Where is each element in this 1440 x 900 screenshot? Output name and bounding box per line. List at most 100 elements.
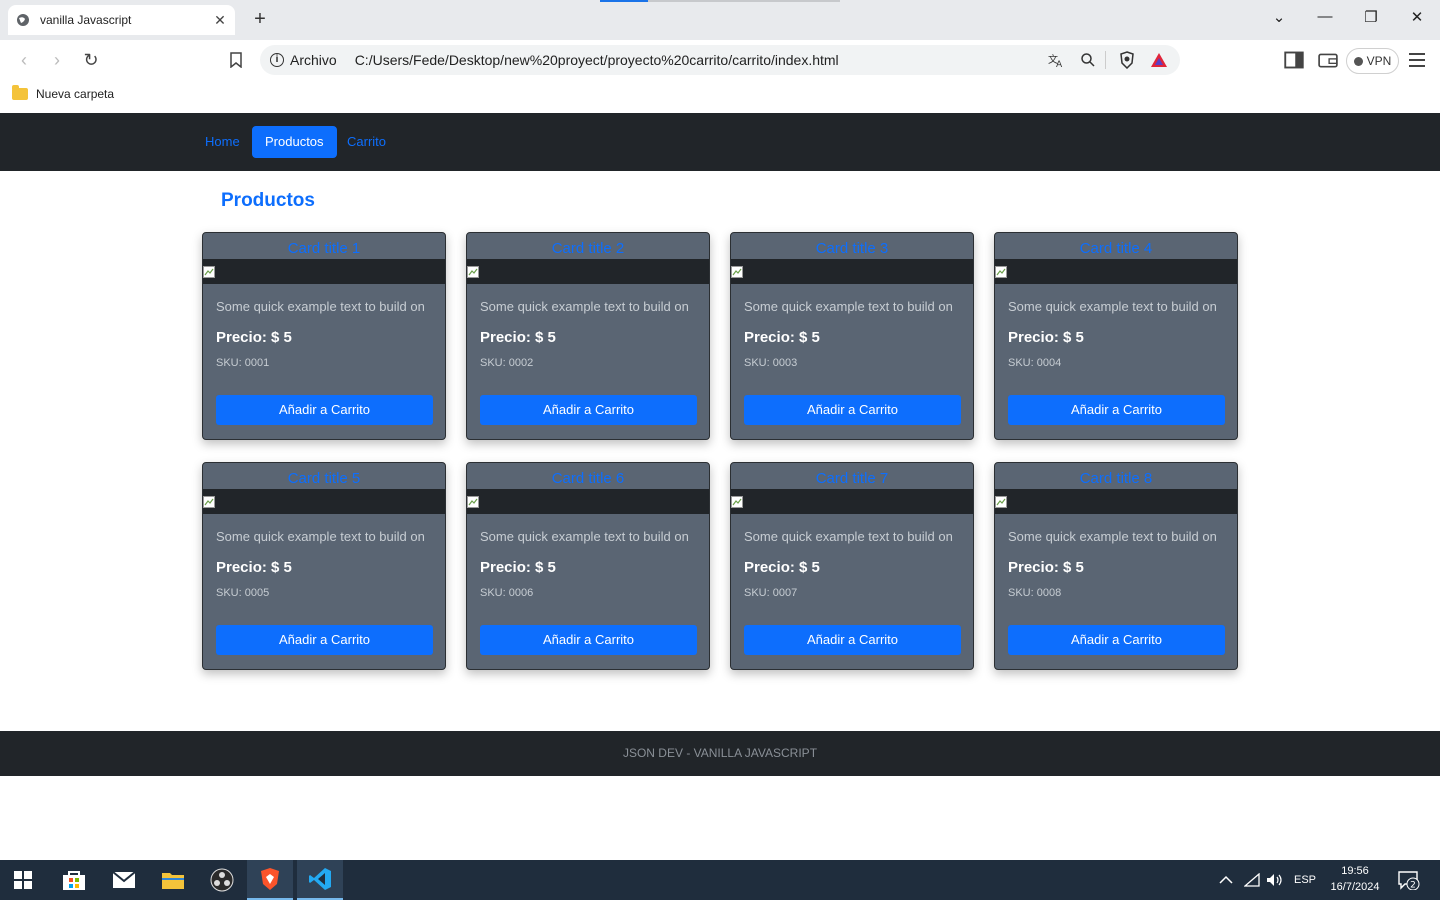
nav-productos[interactable]: Productos (252, 126, 337, 158)
card-price: Precio: $ 5 (216, 559, 292, 576)
card-title: Card title 8 (1079, 470, 1153, 487)
info-icon[interactable]: i (270, 53, 284, 67)
add-to-cart-button[interactable]: Añadir a Carrito (480, 395, 697, 425)
file-explorer-icon[interactable] (150, 860, 196, 900)
broken-image-icon (995, 266, 1007, 278)
bookmarks-bar: Nueva carpeta (0, 80, 1440, 113)
browser-toolbar: ‹ › ↻ i Archivo C:/Users/Fede/Desktop/ne… (0, 40, 1440, 80)
add-to-cart-button[interactable]: Añadir a Carrito (1008, 395, 1225, 425)
address-bar[interactable]: i Archivo C:/Users/Fede/Desktop/new%20pr… (260, 45, 1180, 75)
network-icon[interactable] (1244, 860, 1260, 900)
tray-overflow-icon[interactable] (1219, 860, 1233, 900)
card-text: Some quick example text to build on (480, 529, 689, 544)
page-title: Productos (221, 190, 315, 211)
nav-home[interactable]: Home (192, 126, 253, 158)
card-price: Precio: $ 5 (1008, 559, 1084, 576)
card-sku: SKU: 0003 (744, 357, 798, 369)
brave-rewards-icon[interactable] (1148, 49, 1170, 71)
svg-text:A: A (1056, 60, 1063, 68)
bookmark-folder[interactable]: Nueva carpeta (12, 85, 115, 101)
add-to-cart-button[interactable]: Añadir a Carrito (744, 625, 961, 655)
minimize-button[interactable]: — (1313, 8, 1337, 25)
add-to-cart-button[interactable]: Añadir a Carrito (480, 625, 697, 655)
card-title: Card title 2 (551, 240, 625, 257)
card-sku: SKU: 0002 (480, 357, 534, 369)
zoom-icon[interactable] (1077, 49, 1099, 71)
loading-indicator (600, 0, 840, 2)
tab-title: vanilla Javascript (40, 13, 132, 27)
card-text: Some quick example text to build on (744, 299, 953, 314)
card-sku: SKU: 0007 (744, 587, 798, 599)
store-icon[interactable] (51, 860, 97, 900)
card-sku: SKU: 0001 (216, 357, 270, 369)
product-card: Card title 4 Some quick example text to b… (994, 232, 1238, 440)
site-navbar: Home Productos Carrito (0, 113, 1440, 171)
card-text: Some quick example text to build on (216, 529, 425, 544)
browser-tab[interactable]: vanilla Javascript ✕ (8, 5, 235, 35)
card-image (731, 489, 973, 514)
card-image (995, 259, 1237, 284)
nav-carrito[interactable]: Carrito (334, 126, 399, 158)
menu-icon[interactable] (1409, 53, 1425, 71)
card-text: Some quick example text to build on (1008, 299, 1217, 314)
bookmark-folder-label: Nueva carpeta (36, 87, 115, 101)
notifications-icon[interactable]: 2 (1397, 860, 1421, 900)
product-card: Card title 8 Some quick example text to b… (994, 462, 1238, 670)
restore-button[interactable]: ❐ (1359, 8, 1383, 26)
tab-search-icon[interactable]: ⌄ (1267, 8, 1291, 26)
brave-browser-icon[interactable] (247, 860, 293, 900)
brave-shields-icon[interactable] (1116, 49, 1138, 71)
language-indicator[interactable]: ESP (1294, 860, 1316, 900)
obs-icon[interactable] (199, 860, 245, 900)
folder-icon (12, 85, 28, 100)
address-url[interactable]: C:/Users/Fede/Desktop/new%20proyect/proy… (355, 52, 1035, 68)
wallet-icon[interactable] (1318, 51, 1338, 69)
close-window-button[interactable]: ✕ (1405, 8, 1429, 26)
card-text: Some quick example text to build on (744, 529, 953, 544)
translate-icon[interactable]: 文A (1045, 49, 1067, 71)
product-card: Card title 2 Some quick example text to b… (466, 232, 710, 440)
card-title: Card title 6 (551, 470, 625, 487)
add-to-cart-button[interactable]: Añadir a Carrito (216, 395, 433, 425)
card-title: Card title 1 (287, 240, 361, 257)
back-button[interactable]: ‹ (12, 49, 36, 71)
card-price: Precio: $ 5 (744, 329, 820, 346)
windows-start-icon[interactable] (0, 860, 46, 900)
card-image (995, 489, 1237, 514)
card-price: Precio: $ 5 (744, 559, 820, 576)
vscode-icon[interactable] (297, 860, 343, 900)
card-image (731, 259, 973, 284)
card-price: Precio: $ 5 (480, 329, 556, 346)
card-title: Card title 4 (1079, 240, 1153, 257)
globe-icon (17, 14, 29, 26)
card-price: Precio: $ 5 (216, 329, 292, 346)
card-text: Some quick example text to build on (480, 299, 689, 314)
broken-image-icon (731, 266, 743, 278)
card-title: Card title 3 (815, 240, 889, 257)
vpn-label: VPN (1366, 54, 1392, 68)
browser-tab-bar: vanilla Javascript ✕ + ⌄ — ❐ ✕ (0, 0, 1440, 40)
site-footer: JSON DEV - VANILLA JAVASCRIPT (0, 731, 1440, 776)
sidebar-toggle-icon[interactable] (1284, 51, 1304, 69)
mail-icon[interactable] (101, 860, 147, 900)
close-tab-icon[interactable]: ✕ (213, 12, 227, 29)
new-tab-button[interactable]: + (250, 9, 270, 29)
broken-image-icon (203, 266, 215, 278)
add-to-cart-button[interactable]: Añadir a Carrito (1008, 625, 1225, 655)
broken-image-icon (203, 496, 215, 508)
bookmark-icon[interactable] (230, 52, 242, 68)
add-to-cart-button[interactable]: Añadir a Carrito (744, 395, 961, 425)
vpn-button[interactable]: VPN (1346, 48, 1399, 74)
toolbar-divider (1105, 51, 1106, 69)
forward-button[interactable]: › (45, 49, 69, 71)
card-sku: SKU: 0004 (1008, 357, 1062, 369)
reload-button[interactable]: ↻ (79, 49, 103, 71)
card-price: Precio: $ 5 (480, 559, 556, 576)
volume-icon[interactable] (1266, 860, 1284, 900)
card-image (203, 489, 445, 514)
clock[interactable]: 19:56 16/7/2024 (1322, 863, 1388, 895)
notification-count: 2 (1410, 881, 1416, 891)
card-sku: SKU: 0005 (216, 587, 270, 599)
add-to-cart-button[interactable]: Añadir a Carrito (216, 625, 433, 655)
card-price: Precio: $ 5 (1008, 329, 1084, 346)
